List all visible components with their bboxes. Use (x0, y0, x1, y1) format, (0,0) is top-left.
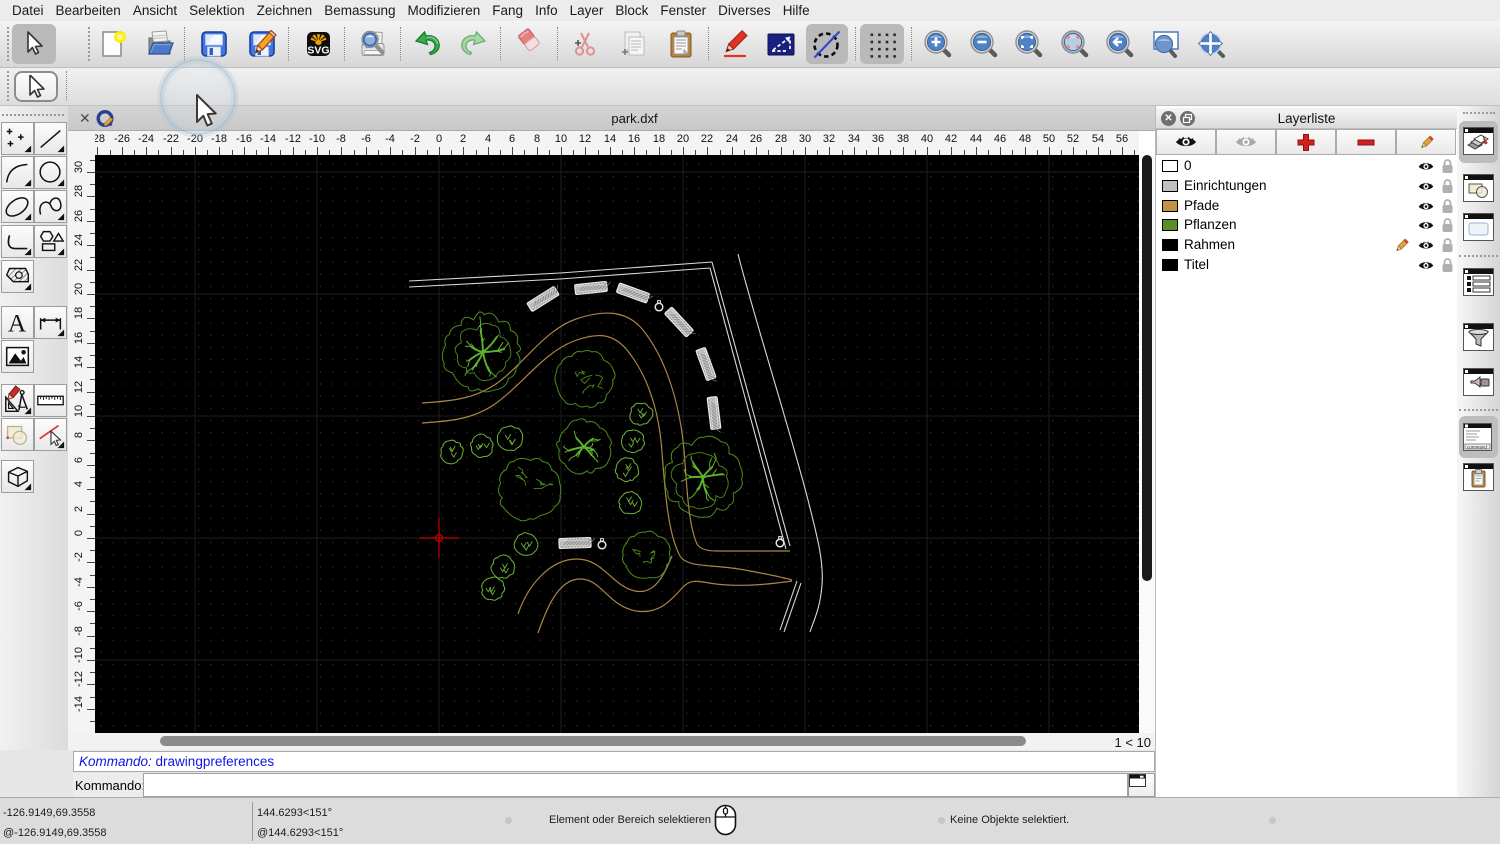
svg-text:A: A (8, 309, 27, 337)
svg-text:SVG: SVG (307, 45, 329, 57)
svg-text:command: command (1467, 445, 1487, 450)
